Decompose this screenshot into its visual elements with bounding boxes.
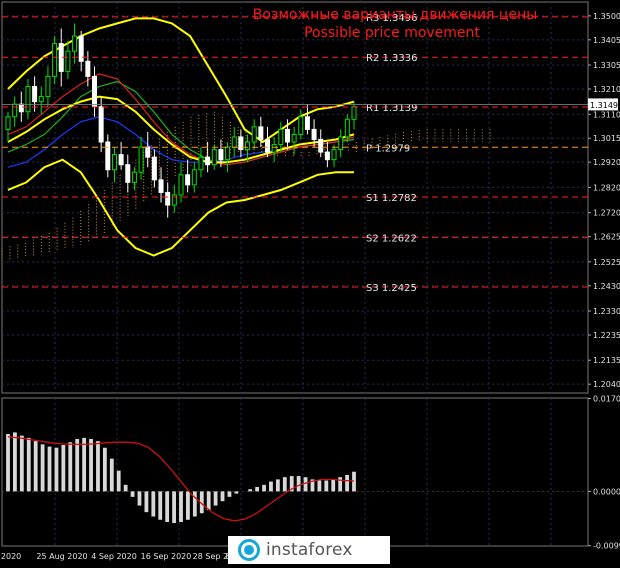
candle-bullish (225, 146, 231, 161)
pivot-level-label-s1: S1 1.2782 (366, 193, 417, 204)
current-price-label: 1.3149 (590, 101, 618, 110)
instaforex-logo-icon (238, 539, 260, 561)
chart-title: Возможные варианты движения цены (253, 7, 538, 23)
candle-bullish (245, 141, 251, 151)
y-axis-tick-label: 1.2820 (593, 183, 620, 192)
candle-bearish (98, 106, 104, 143)
candle-bullish (65, 50, 71, 72)
macd-axis-tick-label: 0.00000 (593, 487, 620, 496)
candle-bullish (251, 126, 257, 143)
candle-bullish (211, 149, 217, 166)
pivot-level-label-s3: S3 1.2425 (366, 283, 417, 294)
candle-bullish (178, 174, 184, 196)
y-axis-tick-label: 1.3210 (593, 85, 620, 94)
y-axis-tick-label: 1.3405 (593, 36, 620, 45)
candle-bearish (18, 103, 24, 113)
logo-text: instaforex (266, 540, 353, 560)
candle-bearish (165, 191, 171, 206)
y-axis-tick-label: 1.3110 (593, 110, 620, 119)
candle-bullish (191, 169, 197, 186)
candle-bullish (171, 194, 177, 206)
candle-bearish (258, 126, 264, 140)
candle-bearish (158, 179, 164, 193)
x-axis-tick-label: Aug 2020 (0, 552, 21, 561)
candle-bullish (72, 35, 78, 52)
candle-bullish (331, 149, 337, 161)
candle-bearish (151, 156, 157, 181)
candle-bullish (351, 106, 357, 120)
candle-bullish (45, 75, 51, 98)
candle-bearish (145, 146, 151, 158)
candle-bearish (92, 75, 97, 108)
candle-bullish (25, 86, 31, 113)
y-axis-tick-label: 1.2040 (593, 380, 620, 389)
candle-bullish (344, 118, 350, 138)
candle-bearish (125, 164, 131, 183)
x-axis-tick-label: 4 Sep 2020 (91, 552, 137, 561)
instaforex-logo: instaforex (228, 536, 390, 564)
candle-bearish (324, 151, 330, 161)
candle-bullish (131, 171, 137, 183)
x-axis-tick-label: 16 Sep 2020 (141, 552, 192, 561)
candle-bearish (105, 141, 111, 171)
candle-bearish (311, 128, 317, 140)
y-axis-tick-label: 1.2235 (593, 331, 620, 340)
candle-bullish (138, 146, 144, 173)
candle-bearish (118, 154, 124, 166)
macd-axis-tick-label: -0.00994 (593, 542, 620, 551)
candle-bearish (284, 128, 290, 143)
pivot-level-label-p: P 1.2979 (366, 143, 410, 154)
candle-bullish (291, 133, 297, 143)
y-axis-tick-label: 1.3015 (593, 134, 620, 143)
y-axis-tick-label: 1.2920 (593, 158, 620, 167)
candle-bullish (38, 96, 44, 103)
y-axis-tick-label: 1.2625 (593, 233, 620, 242)
main-panel-frame (1, 1, 589, 394)
chart-area: R3 1.3496 R2 1.3336 R1 1.3139 P 1.2979 S1 1.… (0, 0, 620, 564)
candle-bearish (32, 86, 38, 103)
candle-bullish (298, 116, 304, 135)
y-axis-tick-label: 1.2330 (593, 307, 620, 316)
y-axis-tick-label: 1.3305 (593, 61, 620, 70)
candle-bullish (278, 128, 284, 146)
candle-bearish (265, 138, 270, 153)
candle-bullish (52, 43, 58, 77)
candle-bearish (185, 174, 191, 186)
candle-bullish (5, 116, 11, 130)
candle-bearish (218, 149, 224, 161)
x-axis-tick-label: 25 Aug 2020 (36, 552, 87, 561)
candle-bullish (111, 154, 117, 171)
candle-bullish (12, 103, 18, 118)
chart-svg: R3 1.3496R2 1.3336R1 1.3139P 1.2979S1 1.… (0, 1, 620, 561)
y-axis-tick-label: 1.3500 (593, 12, 620, 21)
pivot-level-label-r2: R2 1.3336 (366, 53, 417, 64)
y-axis-tick-label: 1.2430 (593, 282, 620, 291)
candle-bearish (205, 156, 211, 166)
y-axis-tick-label: 1.2135 (593, 356, 620, 365)
candle-bullish (271, 144, 277, 153)
candle-bullish (198, 156, 204, 171)
candle-bullish (231, 136, 237, 148)
y-axis-tick-label: 1.2720 (593, 209, 620, 218)
candle-bearish (85, 60, 91, 77)
candle-bearish (318, 138, 324, 153)
candle-bearish (304, 116, 310, 130)
y-axis-tick-label: 1.2525 (593, 258, 620, 267)
chart-subtitle: Possible price movement (304, 25, 480, 41)
macd-axis-tick-label: 0.01701 (593, 394, 620, 403)
pivot-level-label-s2: S2 1.2622 (366, 233, 417, 244)
